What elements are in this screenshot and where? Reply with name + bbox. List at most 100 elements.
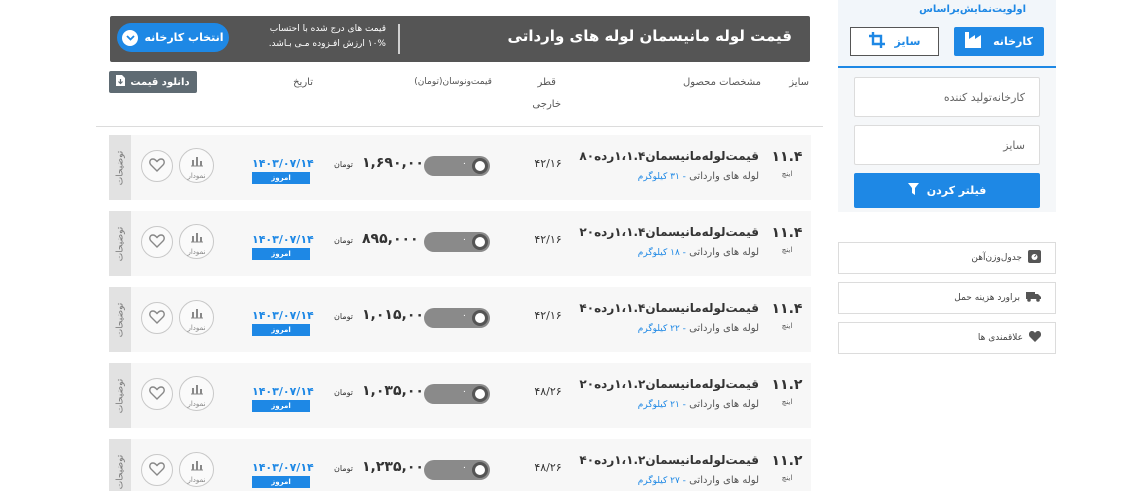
price-value: ۱,۰۱۵,۰۰۰ [362, 307, 433, 323]
download-price-button[interactable]: دانلود قیمت [109, 71, 197, 93]
fluctuation-toggle[interactable]: ۰ [424, 308, 490, 328]
product-category: لوله های وارداتی [689, 323, 759, 334]
chart-button[interactable]: نمودار [179, 300, 214, 335]
chart-label: نمودار [187, 475, 206, 484]
shipping-cost-link[interactable]: براورد هزینه حمل [838, 282, 1056, 314]
today-badge: امروز [252, 172, 310, 184]
favorite-button[interactable] [141, 454, 173, 486]
notes-tab[interactable]: توضیحات [109, 135, 131, 200]
select-factory-button[interactable]: انتخاب کارخانه [117, 23, 229, 52]
outer-diameter: ۴۲/۱۶ [534, 233, 562, 246]
heart-icon [149, 461, 165, 480]
tab-factory-label: کارخانه [993, 35, 1033, 48]
filter-button[interactable]: فیلتر کردن [854, 173, 1040, 208]
column-header-date: تاریخ [293, 77, 313, 88]
size-unit: اینچ [781, 170, 793, 178]
sidebar: اولویت‌نمایش‌براساس کارخانه سایز فیلتر ک… [838, 0, 1056, 491]
column-header-size: سایز [789, 77, 809, 88]
notes-tab[interactable]: توضیحات [109, 439, 131, 491]
notes-tab[interactable]: توضیحات [109, 363, 131, 428]
product-title-link[interactable]: قیمت‌لوله‌مانیسمان۱،۱.۲رده۴۰ [579, 453, 759, 467]
product-title-link[interactable]: قیمت‌لوله‌مانیسمان۱،۱.۴رده۴۰ [579, 301, 759, 315]
tab-factory[interactable]: کارخانه [954, 27, 1044, 56]
tab-size[interactable]: سایز [850, 27, 939, 56]
crop-icon [868, 32, 885, 51]
file-download-icon [116, 75, 126, 89]
product-subtitle: لوله های وارداتی - ۳۱ کیلوگرم [638, 171, 759, 182]
product-title-link[interactable]: قیمت‌لوله‌مانیسمان۱،۱.۴رده۲۰ [579, 225, 759, 239]
pipe-size: ۱۱.۴ [771, 149, 803, 165]
fluctuation-toggle[interactable]: ۰ [424, 460, 490, 480]
select-factory-label: انتخاب کارخانه [144, 31, 224, 44]
product-weight: - ۲۷ کیلوگرم [637, 476, 686, 486]
notes-tab[interactable]: توضیحات [109, 211, 131, 276]
chart-button[interactable]: نمودار [179, 148, 214, 183]
table-row: توضیحات نمودار ۱۴۰۳/۰۷/۱۴ امروز تومان ۱,۶۹۰,۰… [109, 135, 811, 200]
price-value: ۸۹۵,۰۰۰ [362, 231, 419, 247]
pipe-size: ۱۱.۲ [771, 453, 803, 469]
bar-chart-icon [190, 380, 204, 399]
price-value: ۱,۰۳۵,۰۰۰ [362, 383, 433, 399]
truck-icon [1026, 291, 1041, 305]
size-unit: اینچ [781, 474, 793, 482]
fluctuation-toggle[interactable]: ۰ [424, 384, 490, 404]
title-bar: انتخاب کارخانه قیمت های درج شده با احتسا… [110, 16, 810, 62]
heart-icon [149, 309, 165, 328]
fluctuation-toggle[interactable]: ۰ [424, 156, 490, 176]
factory-icon [965, 32, 985, 51]
bar-chart-icon [190, 228, 204, 247]
chart-label: نمودار [187, 247, 206, 256]
price-value: ۱,۲۳۵,۰۰۰ [362, 459, 433, 475]
chart-button[interactable]: نمودار [179, 452, 214, 487]
product-subtitle: لوله های وارداتی - ۱۸ کیلوگرم [638, 247, 759, 258]
vat-note-line1: قیمت های درج شده با احتساب [269, 24, 386, 34]
notes-tab[interactable]: توضیحات [109, 287, 131, 352]
notes-label: توضیحات [114, 454, 125, 489]
weight-table-link[interactable]: جدول‌وزن‌آهن [838, 242, 1056, 274]
pipe-size: ۱۱.۴ [771, 225, 803, 241]
today-badge: امروز [252, 400, 310, 412]
heart-icon [149, 157, 165, 176]
weight-table-label: جدول‌وزن‌آهن [971, 253, 1022, 263]
chart-button[interactable]: نمودار [179, 376, 214, 411]
table-row: توضیحات نمودار ۱۴۰۳/۰۷/۱۴ امروز تومان ۱,۰۳۵,۰… [109, 363, 811, 428]
price-date: ۱۴۰۳/۰۷/۱۴ [252, 157, 314, 170]
size-unit: اینچ [781, 322, 793, 330]
pipe-size: ۱۱.۲ [771, 377, 803, 393]
favorite-button[interactable] [141, 150, 173, 182]
product-title-link[interactable]: قیمت‌لوله‌مانیسمان۱،۱.۲رده۲۰ [579, 377, 759, 391]
heart-icon [149, 233, 165, 252]
price-date: ۱۴۰۳/۰۷/۱۴ [252, 385, 314, 398]
toggle-knob [472, 462, 488, 478]
chart-label: نمودار [187, 171, 206, 180]
fluctuation-toggle[interactable]: ۰ [424, 232, 490, 252]
table-row: توضیحات نمودار ۱۴۰۳/۰۷/۱۴ امروز تومان ۱,۲۳۵,۰… [109, 439, 811, 491]
product-subtitle: لوله های وارداتی - ۲۷ کیلوگرم [638, 475, 759, 486]
product-category: لوله های وارداتی [689, 171, 759, 182]
column-header-diameter-line1: قطر [537, 77, 556, 88]
favorites-label: علاقمندی ها [977, 333, 1023, 343]
product-subtitle: لوله های وارداتی - ۲۲ کیلوگرم [638, 323, 759, 334]
favorite-button[interactable] [141, 302, 173, 334]
currency-label: تومان [334, 160, 353, 169]
price-date: ۱۴۰۳/۰۷/۱۴ [252, 309, 314, 322]
toggle-knob [472, 310, 488, 326]
outer-diameter: ۴۲/۱۶ [534, 309, 562, 322]
scale-icon [1028, 250, 1041, 266]
manufacturer-input[interactable] [854, 77, 1040, 117]
currency-label: تومان [334, 236, 353, 245]
toggle-knob [472, 386, 488, 402]
favorite-button[interactable] [141, 378, 173, 410]
download-label: دانلود قیمت [130, 76, 190, 88]
product-title-link[interactable]: قیمت‌لوله‌مانیسمان۱،۱.۴رده۸۰ [579, 149, 759, 163]
favorite-button[interactable] [141, 226, 173, 258]
size-unit: اینچ [781, 246, 793, 254]
product-category: لوله های وارداتی [689, 247, 759, 258]
fluctuation-value: ۰ [462, 463, 467, 473]
chart-button[interactable]: نمودار [179, 224, 214, 259]
priority-title: اولویت‌نمایش‌براساس [919, 4, 1026, 15]
size-input[interactable] [854, 125, 1040, 165]
header-divider [96, 126, 823, 127]
favorites-link[interactable]: علاقمندی ها [838, 322, 1056, 354]
notes-label: توضیحات [114, 378, 125, 413]
